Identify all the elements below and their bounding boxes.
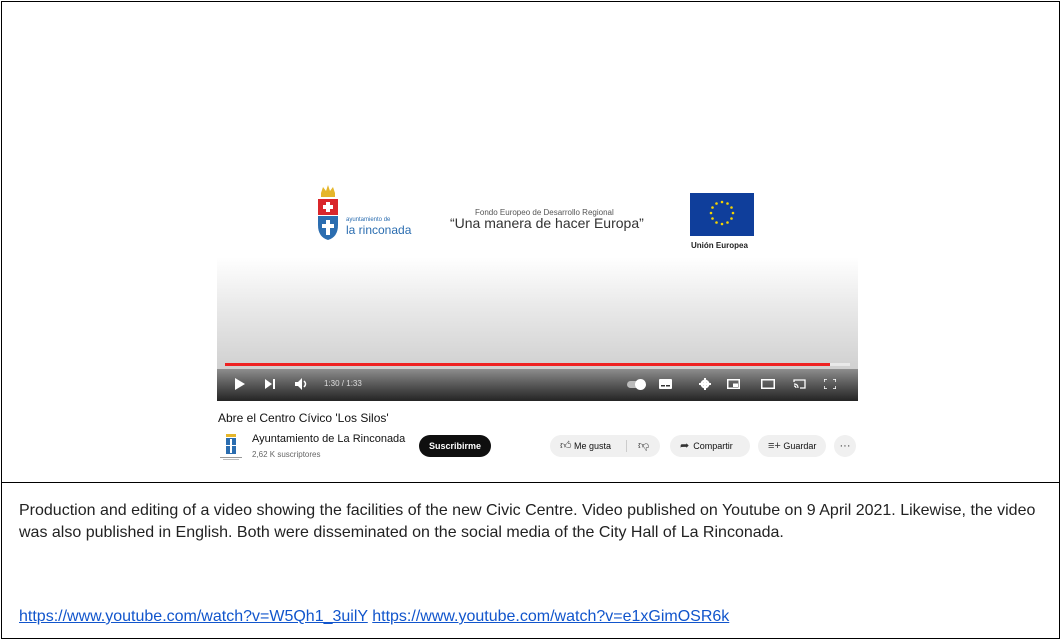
rinconada-name: la rinconada [346,223,412,237]
volume-icon[interactable] [295,378,309,390]
save-button[interactable]: ≡+ Guardar [758,435,826,457]
rinconada-logo: ayuntamiento de la rinconada [316,185,436,245]
video-player[interactable]: ayuntamiento de la rinconada Fondo Europ… [217,157,858,401]
feder-motto: “Una manera de hacer Europa” [450,215,644,231]
play-icon[interactable] [235,378,245,390]
progress-bar[interactable] [225,363,850,366]
fullscreen-icon[interactable] [824,379,836,389]
description-text: Production and editing of a video showin… [19,502,1036,541]
progress-fill [225,363,830,366]
settings-icon[interactable] [699,378,711,390]
autoplay-toggle[interactable] [627,379,646,390]
subscriber-count: 2,62 K suscriptores [252,450,321,459]
share-arrow-icon: ➦ [680,440,690,452]
playlist-add-icon: ≡+ [768,440,781,452]
channel-avatar[interactable] [219,432,243,462]
eu-label: Unión Europea [691,241,748,250]
theater-icon[interactable] [761,379,775,389]
cast-icon[interactable] [793,379,806,389]
like-dislike-group: 👍︎ Me gusta 👎︎ [550,435,660,457]
channel-name[interactable]: Ayuntamiento de La Rinconada [252,433,405,445]
youtube-link-1[interactable]: https://www.youtube.com/watch?v=W5Qh1_3u… [19,608,368,625]
time-display: 1:30 / 1:33 [324,379,362,388]
more-dots-icon: ··· [839,440,851,452]
subscribe-button[interactable]: Suscribirme [419,435,491,457]
video-links: https://www.youtube.com/watch?v=W5Qh1_3u… [19,608,729,626]
thumbs-up-icon: 👍︎ [560,440,572,452]
save-label: Guardar [783,441,817,451]
youtube-link-2[interactable]: https://www.youtube.com/watch?v=e1xGimOS… [372,608,729,625]
like-label: Me gusta [574,441,612,451]
video-title: Abre el Centro Cívico 'Los Silos' [218,411,389,425]
share-label: Compartir [693,441,733,451]
like-button[interactable]: 👍︎ Me gusta [560,435,611,457]
share-button[interactable]: ➦ Compartir [670,435,750,457]
subtitles-icon[interactable] [659,379,672,389]
next-icon[interactable] [265,379,276,389]
crest-icon [318,185,338,240]
miniplayer-icon[interactable] [727,379,740,389]
player-controls: 1:30 / 1:33 [217,369,858,401]
eu-flag-icon [690,193,754,236]
table-row-divider [1,482,1060,483]
thumbs-down-icon[interactable]: 👎︎ [638,435,649,457]
pill-divider [626,440,627,452]
more-actions-button[interactable]: ··· [834,435,856,457]
